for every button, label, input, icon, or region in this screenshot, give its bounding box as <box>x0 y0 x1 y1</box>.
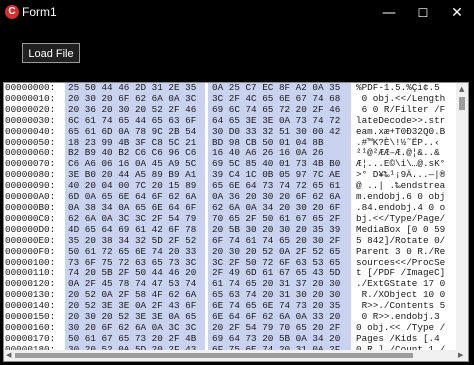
hex-bytes-group-1: 74 20 5B 2F 50 44 46 20 <box>68 267 197 279</box>
hex-bytes-group-1: 62 6A 0A 3C 3C 2F 54 79 <box>68 212 197 224</box>
hex-row: 6C 61 74 65 44 65 63 6F 64 65 3E 3E 0A 73… <box>65 114 351 127</box>
hex-bytes-group-1: 20 36 20 30 20 52 2F 46 <box>68 103 197 115</box>
hex-bytes-group-1: 35 20 38 34 32 5D 2F 52 <box>68 234 197 246</box>
ascii-cell: Parent 3 0 R./Re <box>356 245 446 257</box>
ascii-cell: 5 842]/Rotate 0/ <box>356 234 446 246</box>
hex-bytes-group-1: 25 50 44 46 2D 31 2E 35 <box>68 83 197 93</box>
horizontal-scroll-thumb[interactable] <box>15 353 413 358</box>
hex-bytes-group-1: 40 20 04 00 7C 20 15 89 <box>68 180 197 192</box>
ascii-cell: eam.xæ+T0Ð32Q0.B <box>356 125 446 137</box>
hex-bytes-group-1: 20 52 3E 3E 0A 2F 43 6F <box>68 300 197 312</box>
hex-bytes-group-1: 20 30 20 52 3E 3E 0A 65 <box>68 311 197 323</box>
maximize-button[interactable]: ☐ <box>406 0 440 26</box>
scroll-left-icon[interactable]: ◀ <box>6 350 11 360</box>
horizontal-scrollbar[interactable]: ◀ ▶ <box>4 350 468 361</box>
hex-bytes-group-2: 30 D0 33 32 51 30 00 42 <box>212 125 341 137</box>
hex-group-separator <box>205 83 208 351</box>
hex-bytes-group-2: 6F 74 61 74 65 20 30 2F <box>212 234 341 246</box>
ascii-column: %PDF-1.5.%Çì¢.5 0 obj.<</Length 6 0 R/Fi… <box>355 83 458 351</box>
address-cell: 000000E0: <box>5 234 56 246</box>
hex-bytes-group-1: 4D 65 64 69 61 42 6F 78 <box>68 223 197 235</box>
app-icon: C <box>5 5 19 19</box>
address-cell: 00000040: <box>5 125 56 137</box>
hex-bytes-group-1: 30 20 6F 62 6A 0A 3C 3C <box>68 321 197 333</box>
hex-bytes-group-1: C6 A6 06 16 0A 45 A9 5C <box>68 158 197 170</box>
scroll-up-icon[interactable]: ▲ <box>459 84 464 94</box>
hex-bytes-group-1: 50 61 67 65 73 20 2F 4B <box>68 332 197 344</box>
hex-bytes-group-1: 6D 0A 65 6E 64 6F 62 6A <box>68 191 197 203</box>
hex-bytes-group-1: 20 30 20 6F 62 6A 0A 3C <box>68 92 197 104</box>
hex-bytes-group-1: 20 52 0A 2F 58 4F 62 6A <box>68 289 197 301</box>
hex-viewer[interactable]: 00000000: 00000010: 00000020: 00000030: 0000… <box>3 82 469 362</box>
ascii-cell: lateDecode>>.str <box>356 114 446 126</box>
hex-bytes-group-1: 0A 2F 45 78 74 47 53 74 <box>68 278 197 290</box>
address-cell: 00000030: <box>5 114 56 126</box>
hex-row: 35 20 38 34 32 5D 2F 52 6F 74 61 74 65 20… <box>65 234 351 247</box>
vertical-scrollbar[interactable]: ▲ <box>456 83 468 351</box>
hex-row: 50 61 72 65 6E 74 20 33 20 30 20 52 0A 2F… <box>65 245 351 258</box>
address-cell: 000000F0: <box>5 245 56 257</box>
hex-bytes-group-1: 6C 61 74 65 44 65 63 6F <box>68 114 197 126</box>
window-title: Form1 <box>22 5 57 19</box>
address-column: 00000000: 00000010: 00000020: 00000030: 0000… <box>4 83 63 351</box>
close-button[interactable]: ✕ <box>440 0 474 26</box>
hex-bytes-group-2: 64 65 3E 3E 0A 73 74 72 <box>212 114 341 126</box>
title-bar: C Form1 — ☐ ✕ <box>0 0 474 26</box>
hex-bytes-group-1: 50 61 72 65 6E 74 20 33 <box>68 245 197 257</box>
hex-bytes-group-1: 3E B0 20 44 A5 89 B9 A1 <box>68 169 197 181</box>
minimize-button[interactable]: — <box>372 0 406 26</box>
hex-bytes-group-1: 18 23 99 4B 3F C8 5C 21 <box>68 136 197 148</box>
hex-bytes-group-1: 73 6F 75 72 63 65 73 3C <box>68 256 197 268</box>
scroll-right-icon[interactable]: ▶ <box>458 350 463 360</box>
hex-bytes-group-1: B2 B9 40 B2 C6 C6 96 C6 <box>68 147 197 159</box>
hex-bytes-group-1: 0A 38 34 0A 65 6E 64 6F <box>68 201 197 213</box>
load-file-button[interactable]: Load File <box>22 43 80 63</box>
hex-bytes-group-1: 65 61 6D 0A 78 9C 2B 54 <box>68 125 197 137</box>
hex-bytes-column: 25 50 44 46 2D 31 2E 35 0A 25 C7 EC 8F A2… <box>65 83 351 351</box>
hex-row: 65 61 6D 0A 78 9C 2B 54 30 D0 33 32 51 30… <box>65 125 351 138</box>
hex-bytes-group-2: 20 30 20 52 0A 2F 52 65 <box>212 245 341 257</box>
vertical-scroll-thumb[interactable] <box>459 97 465 110</box>
